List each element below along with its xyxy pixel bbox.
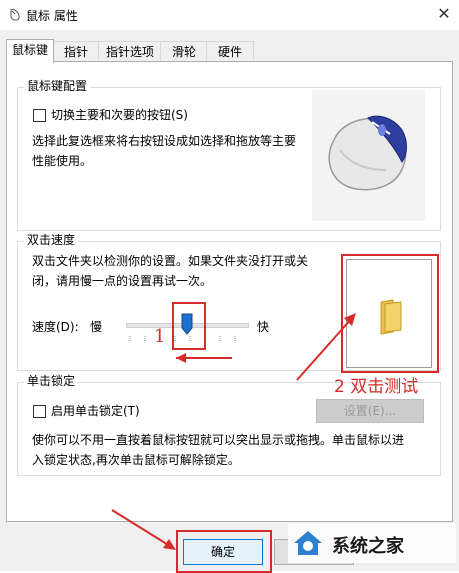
tab-buttons[interactable]: 鼠标键 <box>6 39 54 63</box>
click-lock-settings-button[interactable]: 设置(E)... <box>316 399 424 423</box>
double-click-description-line2: 闭，请用慢一点的设置再试一次。 <box>32 274 213 288</box>
slow-label: 慢 <box>90 320 103 334</box>
window-title: 鼠标 属性 <box>26 9 78 23</box>
swap-description-line2: 性能使用。 <box>32 154 93 168</box>
swap-description-line1: 选择此复选框来将右按钮设成如选择和拖放等主要 <box>32 134 297 148</box>
swap-buttons-label[interactable]: 切换主要和次要的按钮(S) <box>51 106 188 123</box>
tab-pointers[interactable]: 指针 <box>52 41 100 62</box>
slider-highlight-box <box>172 302 206 350</box>
click-lock-checkbox[interactable] <box>33 405 46 418</box>
tab-pointer-options[interactable]: 指针选项 <box>98 41 162 62</box>
fast-label: 快 <box>257 320 270 334</box>
click-lock-description-line1: 使你可以不用一直按着鼠标按钮就可以突出显示或拖拽。单击鼠标以进 <box>32 433 405 447</box>
test-area-highlight-box <box>341 254 439 373</box>
mouse-icon <box>10 9 20 21</box>
ok-highlight-box <box>176 530 272 573</box>
click-lock-label: 单击锁定 <box>24 374 79 388</box>
button-config-label: 鼠标键配置 <box>24 79 91 93</box>
close-icon[interactable]: ✕ <box>434 4 454 24</box>
tab-hardware[interactable]: 硬件 <box>206 41 254 62</box>
watermark: 系统之家 <box>288 523 456 563</box>
click-lock-checkbox-label[interactable]: 启用单击锁定(T) <box>51 402 140 419</box>
mouse-image-panel <box>312 90 425 221</box>
double-click-label: 双击速度 <box>24 233 79 247</box>
speed-label: 速度(D): <box>32 320 79 334</box>
double-click-description-line1: 双击文件夹以检测你的设置。如果文件夹没打开或关 <box>32 254 309 268</box>
mouse-illustration-icon <box>328 115 407 191</box>
step1-annotation: 1 <box>154 326 166 347</box>
step2-annotation: 2 双击测试 <box>334 377 419 397</box>
watermark-text: 系统之家 <box>332 536 404 557</box>
click-lock-description-line2: 入锁定状态,再次单击鼠标可解除锁定。 <box>32 453 240 467</box>
swap-buttons-checkbox[interactable] <box>33 109 46 122</box>
house-logo-icon <box>294 531 322 555</box>
tab-wheel[interactable]: 滑轮 <box>160 41 208 62</box>
